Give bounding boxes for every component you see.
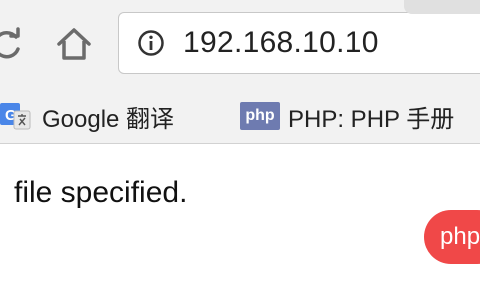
url-text[interactable]: 192.168.10.10 [183,26,379,60]
reload-button[interactable] [0,20,32,70]
bookmark-label: Google 翻译 [42,105,175,133]
google-translate-icon: G [0,101,32,131]
error-message: file specified. [14,176,188,209]
php-watermark: php [424,210,480,264]
reload-icon [0,27,20,59]
browser-toolbar: 192.168.10.10 [0,0,480,90]
bookmark-php-manual[interactable]: php PHP: PHP 手册 [240,98,454,134]
php-icon: php [240,102,280,130]
page-content: file specified. [0,144,480,300]
bookmark-label: PHP: PHP 手册 [288,105,455,133]
watermark-text: php [440,223,480,250]
info-icon[interactable] [137,29,165,57]
address-bar[interactable]: 192.168.10.10 [118,12,480,74]
home-icon [57,28,91,60]
bookmark-google-translate[interactable]: G Google 翻译 [0,98,174,134]
home-button[interactable] [50,20,98,68]
window-tab-edge [404,0,480,14]
bookmarks-bar: G Google 翻译 php PHP: PHP 手册 [0,90,480,144]
